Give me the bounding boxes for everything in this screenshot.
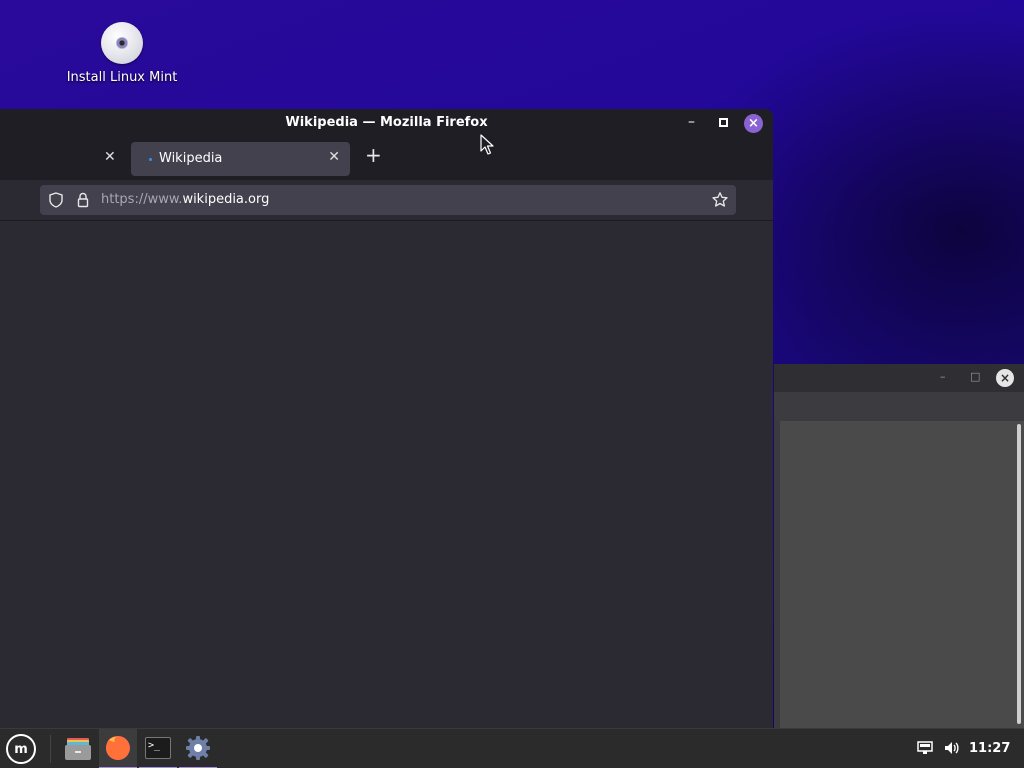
maximize-button[interactable] bbox=[719, 118, 728, 127]
tab-close-icon[interactable]: ✕ bbox=[104, 149, 116, 165]
firefox-icon bbox=[105, 736, 130, 760]
terminal-icon: >_ bbox=[145, 737, 171, 759]
shield-icon[interactable] bbox=[49, 192, 63, 208]
tab-wikipedia[interactable]: Wikipedia ✕ bbox=[131, 142, 350, 176]
background-close-button[interactable]: × bbox=[996, 369, 1014, 387]
lock-icon[interactable] bbox=[77, 192, 89, 208]
volume-icon[interactable] bbox=[944, 740, 960, 756]
firefox-window[interactable]: Wikipedia — Mozilla Firefox – × ✕ Wikipe… bbox=[0, 109, 773, 728]
background-window[interactable]: – □ × bbox=[774, 364, 1024, 728]
url-domain: wikipedia.org bbox=[182, 192, 270, 207]
url-text[interactable]: https://www.wikipedia.org bbox=[101, 192, 269, 207]
settings-icon bbox=[186, 736, 210, 760]
desktop-icon-install-linux-mint[interactable]: Install Linux Mint bbox=[62, 22, 182, 85]
minimize-button[interactable]: – bbox=[688, 114, 695, 130]
new-tab-button[interactable]: + bbox=[365, 145, 382, 165]
taskbar-separator bbox=[50, 735, 51, 763]
tab-label: Wikipedia bbox=[159, 151, 223, 166]
background-maximize-button[interactable]: □ bbox=[970, 370, 980, 383]
background-window-titlebar[interactable]: – □ × bbox=[774, 364, 1024, 392]
background-window-scrollbar[interactable] bbox=[1017, 424, 1021, 724]
mouse-cursor-icon bbox=[480, 134, 494, 155]
background-window-content bbox=[780, 421, 1024, 728]
disc-icon bbox=[101, 22, 143, 64]
taskbar-settings[interactable] bbox=[179, 729, 217, 768]
desktop-icon-label: Install Linux Mint bbox=[66, 70, 178, 85]
taskbar-firefox[interactable] bbox=[99, 729, 137, 768]
tab-close-icon[interactable]: ✕ bbox=[328, 149, 340, 165]
mint-logo-icon: m bbox=[14, 741, 28, 757]
url-prefix: https://www. bbox=[101, 192, 183, 207]
tab-bar: ✕ Wikipedia ✕ + bbox=[0, 138, 773, 180]
taskbar: m >_ 11:27 bbox=[0, 728, 1024, 768]
bookmark-star-icon[interactable] bbox=[711, 191, 729, 209]
navigation-toolbar: https://www.wikipedia.org bbox=[0, 180, 773, 221]
menu-button[interactable]: m bbox=[6, 734, 36, 764]
folder-icon bbox=[65, 738, 91, 760]
window-title: Wikipedia — Mozilla Firefox bbox=[285, 115, 488, 130]
clock[interactable]: 11:27 bbox=[969, 741, 1010, 756]
url-bar[interactable]: https://www.wikipedia.org bbox=[40, 185, 736, 215]
taskbar-file-manager[interactable] bbox=[59, 729, 97, 768]
favicon-icon bbox=[149, 158, 152, 161]
network-icon[interactable] bbox=[917, 741, 933, 755]
taskbar-terminal[interactable]: >_ bbox=[139, 729, 177, 768]
background-window-toolbar bbox=[774, 392, 1024, 420]
close-button[interactable]: × bbox=[744, 114, 763, 133]
background-minimize-button[interactable]: – bbox=[940, 370, 946, 383]
firefox-titlebar[interactable]: Wikipedia — Mozilla Firefox – × bbox=[0, 109, 773, 138]
page-content[interactable] bbox=[0, 221, 773, 728]
